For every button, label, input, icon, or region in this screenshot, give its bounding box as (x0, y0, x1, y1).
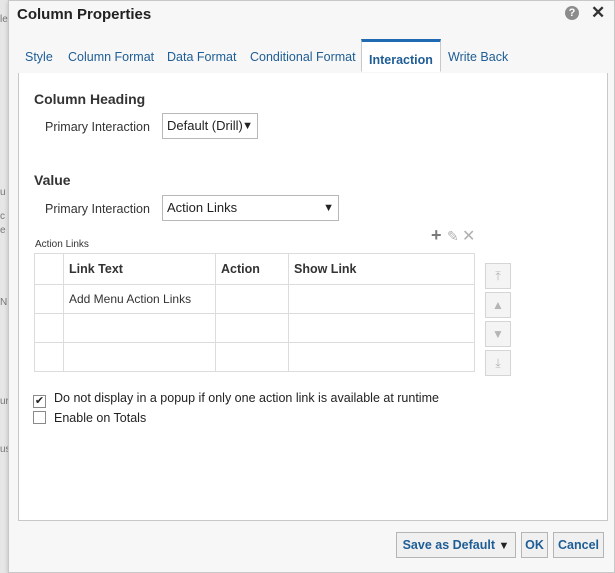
action-cell[interactable] (215, 284, 289, 314)
table-row[interactable] (34, 342, 475, 372)
background-fragment: le (0, 14, 8, 25)
row-select-cell[interactable] (34, 342, 64, 372)
save-as-default-label: Save as Default (402, 538, 496, 552)
help-icon[interactable]: ? (565, 6, 579, 20)
column-properties-dialog: Column Properties ? ✕ Style Column Forma… (8, 0, 615, 573)
dialog-title: Column Properties (17, 6, 152, 23)
no-popup-label: Do not display in a popup if only one ac… (54, 391, 439, 405)
heading-primary-interaction-select[interactable]: Default (Drill) ▼ (162, 113, 258, 139)
chevron-down-icon: ▼ (498, 540, 510, 552)
tab-bar: Style Column Format Data Format Conditio… (18, 39, 608, 74)
link-text-cell[interactable]: Add Menu Action Links (63, 284, 216, 314)
enable-totals-checkbox[interactable] (33, 411, 46, 424)
tab-write-back[interactable]: Write Back (448, 50, 508, 64)
delete-icon[interactable]: ✕ (462, 226, 475, 246)
add-icon[interactable]: + (431, 225, 442, 246)
value-primary-interaction-label: Primary Interaction (45, 202, 150, 216)
heading-primary-interaction-label: Primary Interaction (45, 120, 150, 134)
background-fragment: N (0, 297, 8, 308)
background-fragment: e (0, 225, 6, 236)
tab-data-format[interactable]: Data Format (167, 50, 236, 64)
edit-icon[interactable]: ✎ (447, 228, 459, 245)
table-row[interactable] (34, 313, 475, 343)
background-fragment: u (0, 187, 6, 198)
table-header-row: Link Text Action Show Link (34, 253, 475, 285)
move-to-bottom-button[interactable]: ⤓ (485, 350, 511, 376)
link-text-cell[interactable] (63, 313, 216, 343)
cancel-button[interactable]: Cancel (553, 532, 604, 558)
row-select-cell[interactable] (34, 313, 64, 343)
row-select-header (34, 253, 64, 285)
interaction-panel: Column Heading Primary Interaction Defau… (18, 73, 608, 521)
background-fragment: ur (0, 396, 8, 407)
show-link-cell[interactable] (288, 313, 475, 343)
value-title: Value (34, 172, 71, 188)
no-popup-option[interactable]: ✔ Do not display in a popup if only one a… (33, 391, 439, 408)
value-primary-interaction-value: Action Links (167, 200, 238, 215)
column-header-show-link: Show Link (288, 253, 475, 285)
enable-totals-option[interactable]: Enable on Totals (33, 411, 146, 425)
tab-conditional-format[interactable]: Conditional Format (250, 50, 356, 64)
dialog-titlebar: Column Properties ? ✕ (9, 1, 614, 29)
move-up-button[interactable]: ▲ (485, 292, 511, 318)
move-to-top-button[interactable]: ⤒ (485, 263, 511, 289)
no-popup-checkbox[interactable]: ✔ (33, 395, 46, 408)
action-cell[interactable] (215, 342, 289, 372)
column-header-link-text: Link Text (63, 253, 216, 285)
save-as-default-button[interactable]: Save as Default ▼ (396, 532, 516, 558)
enable-totals-label: Enable on Totals (54, 411, 147, 425)
background-fragment: c (0, 211, 5, 222)
chevron-down-icon: ▼ (323, 202, 334, 214)
move-down-button[interactable]: ▼ (485, 321, 511, 347)
action-links-table: Link Text Action Show Link Add Menu Acti… (34, 253, 475, 372)
heading-primary-interaction-value: Default (Drill) (167, 118, 243, 133)
tab-interaction[interactable]: Interaction (361, 39, 441, 72)
table-row[interactable]: Add Menu Action Links (34, 284, 475, 314)
ok-button[interactable]: OK (521, 532, 548, 558)
tab-column-format[interactable]: Column Format (68, 50, 154, 64)
column-heading-title: Column Heading (34, 91, 146, 107)
column-header-action: Action (215, 253, 289, 285)
value-primary-interaction-select[interactable]: Action Links ▼ (162, 195, 339, 221)
chevron-down-icon: ▼ (242, 120, 253, 132)
row-select-cell[interactable] (34, 284, 64, 314)
action-cell[interactable] (215, 313, 289, 343)
action-links-label: Action Links (35, 239, 89, 250)
show-link-cell[interactable] (288, 342, 475, 372)
close-icon[interactable]: ✕ (591, 3, 605, 23)
show-link-cell[interactable] (288, 284, 475, 314)
link-text-cell[interactable] (63, 342, 216, 372)
background-fragment: us (0, 444, 8, 455)
tab-style[interactable]: Style (25, 50, 53, 64)
